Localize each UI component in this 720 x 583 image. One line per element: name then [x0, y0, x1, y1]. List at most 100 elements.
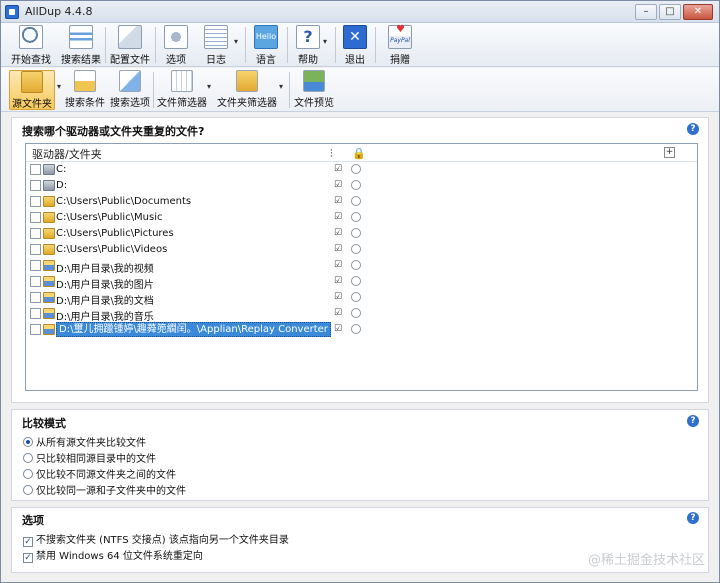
maximize-button[interactable]: □	[659, 4, 681, 20]
protect-radio[interactable]	[351, 324, 361, 334]
file-preview-tab[interactable]: 文件预览	[293, 70, 335, 110]
source-folder-tab[interactable]: 源文件夹	[9, 70, 55, 110]
protect-radio[interactable]	[351, 292, 361, 302]
config-file-button[interactable]: 配置文件	[109, 25, 151, 66]
subfolder-check-icon[interactable]: ☑	[334, 276, 344, 286]
subfolder-check-icon[interactable]: ☑	[334, 180, 344, 190]
compare-option[interactable]: 仅比较不同源文件夹之间的文件	[23, 466, 176, 481]
search-conditions-tab[interactable]: 搜索条件	[65, 70, 105, 110]
subfolder-check-icon[interactable]: ☑	[334, 164, 344, 174]
language-button[interactable]: Hello 语言	[251, 25, 281, 66]
folder-row[interactable]: D:\璽儿拥躐锺婷\趣蕣篼繝闰。\Applian\Replay Converte…	[26, 322, 697, 338]
log-dropdown-icon[interactable]: ▾	[234, 37, 240, 46]
help-icon[interactable]: ?	[687, 123, 699, 135]
help-button[interactable]: ? 帮助	[293, 25, 323, 66]
compare-option[interactable]: 只比较相同源目录中的文件	[23, 450, 156, 465]
donate-label: 捐赠	[390, 55, 410, 66]
search-results-button[interactable]: 搜索结果	[59, 25, 103, 66]
subfolder-check-icon[interactable]: ☑	[334, 308, 344, 318]
tree-header: 驱动器/文件夹 ⫶ 🔒 +	[26, 144, 697, 162]
file-filter-label: 文件筛选器	[157, 98, 207, 109]
row-checkbox[interactable]	[30, 324, 41, 335]
folder-filter-tab[interactable]: 文件夹筛选器	[217, 70, 277, 110]
folder-tree[interactable]: 驱动器/文件夹 ⫶ 🔒 + C: ☑ D: ☑ C:\Users\Public\Docu…	[25, 143, 698, 391]
subfolder-check-icon[interactable]: ☑	[334, 228, 344, 238]
row-checkbox[interactable]	[30, 212, 41, 223]
row-checkbox[interactable]	[30, 260, 41, 271]
subfolder-check-icon[interactable]: ☑	[334, 260, 344, 270]
row-checkbox[interactable]	[30, 164, 41, 175]
checkbox-checked-icon: ✓	[23, 537, 33, 547]
subfolder-check-icon[interactable]: ☑	[334, 196, 344, 206]
folder-row[interactable]: D:\用户目录\我的音乐 ☑	[26, 306, 697, 323]
add-folder-icon[interactable]: +	[664, 147, 675, 158]
option-checkbox[interactable]: ✓ 不搜索文件夹 (NTFS 交接点) 该点指向另一个文件夹目录	[23, 531, 289, 547]
protect-radio[interactable]	[351, 260, 361, 270]
close-button[interactable]: ✕	[683, 4, 713, 20]
subfolder-check-icon[interactable]: ☑	[334, 292, 344, 302]
protect-radio[interactable]	[351, 196, 361, 206]
option-checkbox[interactable]: ✓ 禁用 Windows 64 位文件系统重定向	[23, 547, 203, 563]
compare-option-label: 从所有源文件夹比较文件	[36, 438, 146, 449]
protect-radio[interactable]	[351, 164, 361, 174]
protect-radio[interactable]	[351, 276, 361, 286]
folder-row[interactable]: D: ☑	[26, 178, 697, 194]
subfolder-check-icon[interactable]: ☑	[334, 244, 344, 254]
row-checkbox[interactable]	[30, 308, 41, 319]
row-checkbox[interactable]	[30, 244, 41, 255]
row-checkbox[interactable]	[30, 180, 41, 191]
row-checkbox[interactable]	[30, 228, 41, 239]
help-dropdown-icon[interactable]: ▾	[323, 37, 329, 46]
options-button[interactable]: 选项	[159, 25, 193, 66]
folder-filter-dropdown-icon[interactable]: ▾	[279, 82, 285, 91]
log-button[interactable]: 日志	[201, 25, 231, 66]
subfolder-check-icon[interactable]: ☑	[334, 324, 344, 334]
search-options-tab[interactable]: 搜索选项	[109, 70, 151, 110]
exit-icon: ✕	[343, 25, 367, 49]
row-checkbox[interactable]	[30, 276, 41, 287]
folder-row[interactable]: C:\Users\Public\Videos ☑	[26, 242, 697, 258]
include-subfolders-column-icon[interactable]: ⫶	[330, 147, 340, 160]
donate-button[interactable]: 捐赠	[383, 24, 417, 66]
folder-row[interactable]: D:\用户目录\我的视频 ☑	[26, 258, 697, 275]
folder-row[interactable]: C:\Users\Public\Music ☑	[26, 210, 697, 226]
file-filter-tab[interactable]: 文件筛选器	[157, 70, 207, 110]
folder-row[interactable]: C:\Users\Public\Documents ☑	[26, 194, 697, 210]
compare-option[interactable]: 仅比较同一源和子文件夹中的文件	[23, 482, 186, 497]
folder-row[interactable]: D:\用户目录\我的图片 ☑	[26, 274, 697, 291]
toolbar-separator	[289, 72, 290, 108]
media-icon	[43, 324, 55, 335]
folder-icon	[43, 196, 55, 207]
protect-radio[interactable]	[351, 228, 361, 238]
option-label: 禁用 Windows 64 位文件系统重定向	[36, 551, 203, 562]
folder-path: D:\用户目录\我的音乐	[56, 312, 154, 323]
drive-icon	[43, 164, 55, 175]
exit-label: 退出	[345, 55, 365, 66]
compare-option[interactable]: 从所有源文件夹比较文件	[23, 434, 146, 449]
protect-radio[interactable]	[351, 212, 361, 222]
row-checkbox[interactable]	[30, 292, 41, 303]
folder-filter-icon	[236, 70, 258, 92]
protect-radio[interactable]	[351, 308, 361, 318]
folder-row[interactable]: D:\用户目录\我的文档 ☑	[26, 290, 697, 307]
exit-button[interactable]: ✕ 退出	[341, 25, 369, 66]
help-icon[interactable]: ?	[687, 415, 699, 427]
start-search-button[interactable]: 开始查找	[7, 25, 55, 66]
row-checkbox[interactable]	[30, 196, 41, 207]
protect-radio[interactable]	[351, 244, 361, 254]
file-filter-dropdown-icon[interactable]: ▾	[207, 82, 213, 91]
preview-icon	[303, 70, 325, 92]
lock-column-icon[interactable]: 🔒	[352, 147, 366, 160]
toolbar-separator	[155, 27, 156, 63]
folder-row[interactable]: C:\Users\Public\Pictures ☑	[26, 226, 697, 242]
media-icon	[43, 292, 55, 303]
help-icon[interactable]: ?	[687, 512, 699, 524]
protect-radio[interactable]	[351, 180, 361, 190]
folder-path: D:\用户目录\我的视频	[56, 264, 154, 275]
compare-title: 比较模式	[22, 417, 66, 430]
minimize-button[interactable]: –	[635, 4, 657, 20]
folder-row[interactable]: C: ☑	[26, 162, 697, 178]
source-folder-dropdown-icon[interactable]: ▾	[57, 82, 63, 91]
results-icon	[69, 25, 93, 49]
subfolder-check-icon[interactable]: ☑	[334, 212, 344, 222]
